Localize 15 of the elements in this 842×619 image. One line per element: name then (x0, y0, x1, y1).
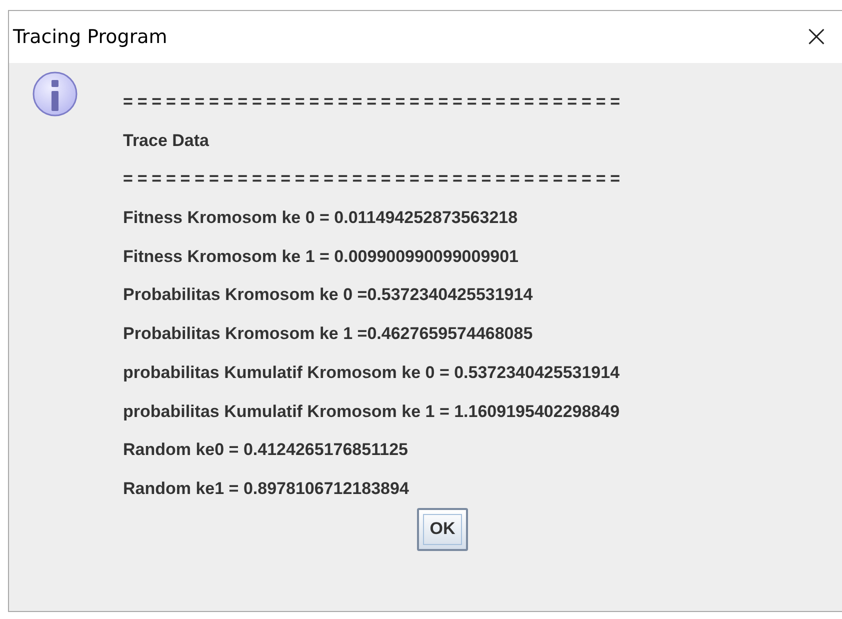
separator-line: =================================== (123, 168, 624, 190)
message-line: probabilitas Kumulatif Kromosom ke 1 = 1.1609195402298849 (123, 400, 621, 422)
info-icon (32, 71, 78, 117)
message-line: probabilitas Kumulatif Kromosom ke 0 = 0.5372340425531914 (123, 362, 621, 384)
message-line: Random ke0 = 0.4124265176851125 (123, 439, 409, 462)
message-line: Probabilitas Kromosom ke 1 =0.4627659574468085 (123, 323, 534, 346)
message-line: Fitness Kromosom ke 0 = 0.011494252873563218 (123, 207, 519, 230)
message-line: Trace Data (123, 130, 210, 152)
separator-line: =================================== (123, 91, 624, 113)
ok-button[interactable]: OK (417, 508, 468, 551)
window-title: Tracing Program (13, 26, 168, 48)
message-line: Random ke1 = 0.8978106712183894 (123, 478, 410, 500)
message-line: Probabilitas Kromosom ke 0 =0.5372340425531914 (123, 284, 534, 306)
message-line: Fitness Kromosom ke 1 = 0.009900990099009901 (123, 246, 520, 268)
close-button[interactable]: × (790, 22, 842, 52)
